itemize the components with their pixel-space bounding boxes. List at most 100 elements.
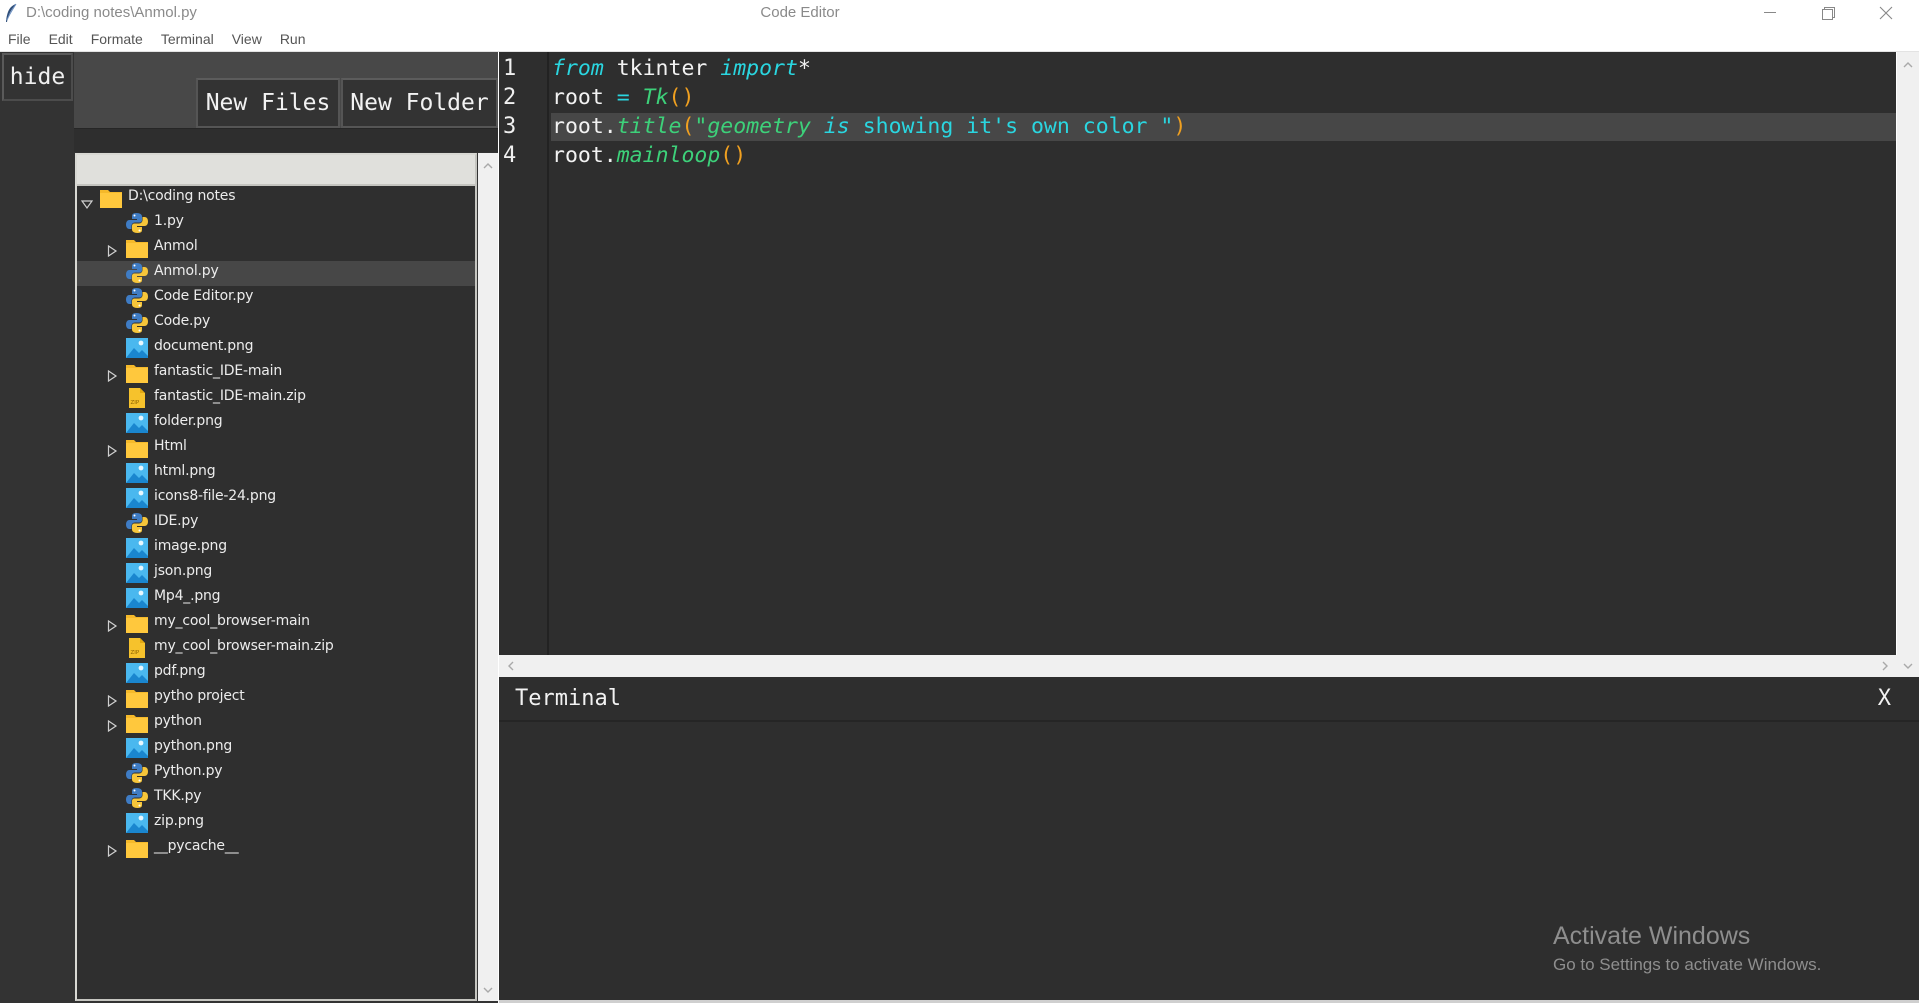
file-tree[interactable]: D:\coding notes 1.py Anmol Anmol.py Code Edi…: [75, 153, 477, 1001]
image-file-icon: [125, 487, 149, 509]
restore-icon: [1821, 6, 1835, 20]
tree-item-label: zip.png: [154, 813, 204, 829]
tree-item-label: html.png: [154, 463, 216, 479]
scroll-left-icon[interactable]: [501, 657, 521, 675]
python-file-icon: [125, 787, 149, 809]
code-token-plain: root.: [552, 143, 617, 168]
tree-folder-row[interactable]: fantastic_IDE-main: [77, 361, 475, 386]
zip-file-icon: ZIP: [125, 637, 149, 659]
new-files-button[interactable]: New Files: [196, 78, 340, 128]
code-token-str-it: "geometry: [694, 114, 811, 139]
tree-file-row[interactable]: Mp4_.png: [77, 586, 475, 611]
tree-file-row[interactable]: IDE.py: [77, 511, 475, 536]
hide-sidebar-button[interactable]: hide: [2, 53, 73, 101]
menu-file[interactable]: File: [8, 31, 31, 47]
code-line[interactable]: root.mainloop(): [551, 142, 1896, 170]
tree-item-label: pdf.png: [154, 663, 206, 679]
terminal-header: Terminal X: [499, 677, 1919, 722]
code-token-plain: root.: [552, 114, 617, 139]
code-token-paren: (): [668, 85, 695, 110]
terminal-close-button[interactable]: X: [1878, 686, 1891, 711]
tree-folder-row[interactable]: Anmol: [77, 236, 475, 261]
tree-file-row[interactable]: Code Editor.py: [77, 286, 475, 311]
tree-folder-row[interactable]: Html: [77, 436, 475, 461]
image-file-icon: [125, 462, 149, 484]
watermark-subtitle: Go to Settings to activate Windows.: [1553, 955, 1822, 974]
expanded-arrow-icon[interactable]: [80, 195, 94, 210]
menu-run[interactable]: Run: [280, 31, 306, 47]
menu-edit[interactable]: Edit: [49, 31, 73, 47]
tree-folder-row[interactable]: my_cool_browser-main: [77, 611, 475, 636]
activate-windows-watermark: Activate Windows Go to Settings to activ…: [1553, 922, 1821, 975]
svg-text:ZIP: ZIP: [131, 400, 140, 406]
explorer-spacer: [74, 128, 498, 152]
tree-folder-row[interactable]: __pycache__: [77, 836, 475, 861]
file-tree-header[interactable]: [77, 155, 475, 186]
tree-file-row[interactable]: Python.py: [77, 761, 475, 786]
tree-file-row[interactable]: TKK.py: [77, 786, 475, 811]
tree-file-row[interactable]: json.png: [77, 561, 475, 586]
tree-file-row[interactable]: Anmol.py: [77, 261, 475, 286]
tree-item-label: 1.py: [154, 213, 184, 229]
menu-terminal[interactable]: Terminal: [161, 31, 214, 47]
tree-item-label: Python.py: [154, 763, 223, 779]
code-token-op: =: [616, 85, 630, 110]
scroll-up-icon[interactable]: [1898, 56, 1918, 74]
tree-file-row[interactable]: pdf.png: [77, 661, 475, 686]
tree-file-row[interactable]: html.png: [77, 461, 475, 486]
tree-file-row[interactable]: document.png: [77, 336, 475, 361]
collapsed-arrow-icon[interactable]: [107, 692, 118, 708]
code-token-str: showing it's own color ": [849, 114, 1174, 139]
new-folder-button[interactable]: New Folder: [341, 78, 498, 128]
minimize-icon: [1764, 12, 1776, 14]
line-number: 2: [503, 85, 517, 110]
collapsed-arrow-icon[interactable]: [107, 617, 118, 633]
tree-file-row[interactable]: Code.py: [77, 311, 475, 336]
code-token-paren: (: [681, 114, 695, 139]
code-line[interactable]: root.title("geometry is showing it's own…: [551, 113, 1896, 141]
tree-file-row[interactable]: icons8-file-24.png: [77, 486, 475, 511]
line-number: 1: [503, 56, 517, 81]
scroll-up-icon[interactable]: [478, 157, 498, 175]
tree-file-row[interactable]: python.png: [77, 736, 475, 761]
code-editor[interactable]: 1234 from tkinter import* root = Tk() root…: [499, 52, 1896, 655]
collapsed-arrow-icon[interactable]: [107, 717, 118, 733]
editor-vertical-scrollbar[interactable]: [1897, 52, 1919, 677]
menu-formate[interactable]: Formate: [91, 31, 143, 47]
window-title: Code Editor: [760, 4, 840, 21]
tree-file-row[interactable]: 1.py: [77, 211, 475, 236]
tree-file-row[interactable]: zip.png: [77, 811, 475, 836]
collapsed-arrow-icon[interactable]: [107, 442, 118, 458]
folder-icon: [125, 437, 149, 459]
menu-view[interactable]: View: [232, 31, 262, 47]
tree-file-row[interactable]: image.png: [77, 536, 475, 561]
code-token-kw: from: [552, 56, 604, 81]
tree-item-label: python.png: [154, 738, 233, 754]
tree-item-label: Code.py: [154, 313, 211, 329]
tree-folder-row[interactable]: pytho project: [77, 686, 475, 711]
scroll-down-icon[interactable]: [478, 981, 498, 999]
close-window-button[interactable]: [1857, 0, 1915, 26]
scroll-right-icon[interactable]: [1875, 657, 1895, 675]
file-tree-scrollbar[interactable]: [478, 153, 498, 1001]
minimize-button[interactable]: [1741, 0, 1799, 26]
code-line[interactable]: root = Tk(): [551, 84, 1896, 112]
image-file-icon: [125, 587, 149, 609]
scroll-down-icon[interactable]: [1898, 657, 1918, 675]
tree-folder-row[interactable]: python: [77, 711, 475, 736]
tree-item-label: Mp4_.png: [154, 588, 221, 604]
tree-file-row[interactable]: ZIP fantastic_IDE-main.zip: [77, 386, 475, 411]
collapsed-arrow-icon[interactable]: [107, 842, 118, 858]
code-token-kw: import: [720, 56, 798, 81]
restore-button[interactable]: [1799, 0, 1857, 26]
collapsed-arrow-icon[interactable]: [107, 242, 118, 258]
code-line[interactable]: from tkinter import*: [551, 55, 1896, 83]
collapsed-arrow-icon[interactable]: [107, 367, 118, 383]
tree-file-row[interactable]: ZIP my_cool_browser-main.zip: [77, 636, 475, 661]
code-text-area[interactable]: from tkinter import* root = Tk() root.titl…: [551, 52, 1896, 655]
tree-file-row[interactable]: folder.png: [77, 411, 475, 436]
tree-item-label: __pycache__: [154, 838, 239, 854]
tree-folder-row[interactable]: D:\coding notes: [77, 186, 475, 211]
image-file-icon: [125, 412, 149, 434]
editor-horizontal-scrollbar[interactable]: [499, 655, 1897, 677]
